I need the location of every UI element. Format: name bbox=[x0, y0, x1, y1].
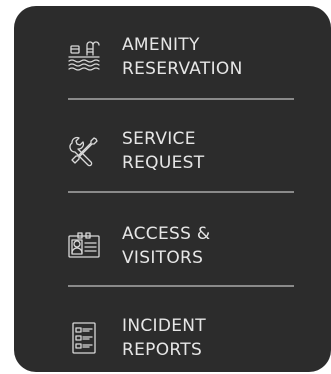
menu-item-label: SERVICE REQUEST bbox=[122, 127, 204, 175]
menu-item-label-line1: ACCESS & bbox=[122, 224, 211, 244]
menu-item-label-line1: AMENITY bbox=[122, 35, 200, 55]
menu-item-label-line2: REQUEST bbox=[122, 153, 205, 173]
divider bbox=[68, 191, 294, 193]
menu-item-label-line2: RESERVATION bbox=[122, 59, 243, 79]
menu-item-label: INCIDENT REPORTS bbox=[122, 314, 206, 362]
menu-item-label-line1: INCIDENT bbox=[122, 316, 206, 336]
report-list-icon bbox=[66, 320, 102, 356]
menu-item-label-line2: REPORTS bbox=[122, 340, 203, 360]
menu-item-amenity-reservation[interactable]: AMENITY RESERVATION bbox=[66, 22, 306, 92]
divider bbox=[68, 285, 294, 287]
id-badge-icon bbox=[66, 228, 102, 264]
menu-item-label-line2: VISITORS bbox=[122, 248, 204, 268]
menu-item-service-request[interactable]: SERVICE REQUEST bbox=[66, 116, 306, 186]
menu-item-label: ACCESS & VISITORS bbox=[122, 222, 210, 270]
tools-icon bbox=[66, 133, 102, 169]
services-menu-panel: AMENITY RESERVATION SERVICE REQUEST ACCE… bbox=[14, 6, 331, 372]
menu-item-incident-reports[interactable]: INCIDENT REPORTS bbox=[66, 303, 306, 373]
menu-item-label: AMENITY RESERVATION bbox=[122, 33, 243, 81]
menu-item-label-line1: SERVICE bbox=[122, 129, 196, 149]
menu-item-access-visitors[interactable]: ACCESS & VISITORS bbox=[66, 211, 306, 281]
pool-icon bbox=[66, 39, 102, 75]
divider bbox=[68, 98, 294, 100]
